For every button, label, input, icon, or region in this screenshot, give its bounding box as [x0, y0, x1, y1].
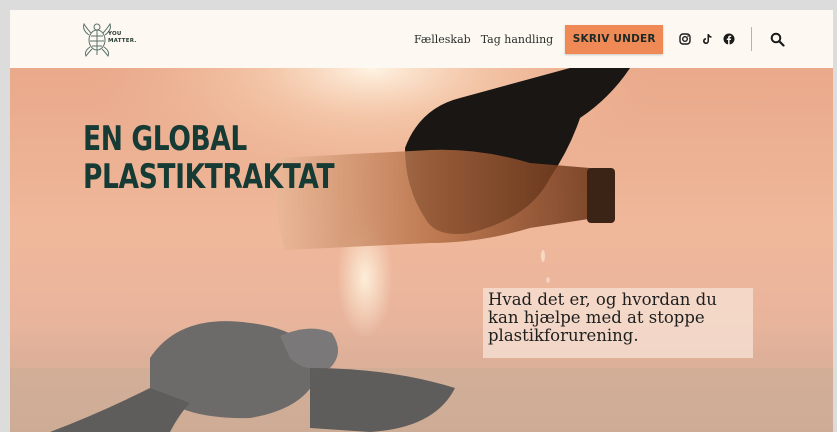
header-divider [751, 27, 753, 51]
search-icon[interactable] [770, 32, 785, 47]
logo[interactable]: YOU MATTER. [80, 18, 150, 60]
hero-subtitle: Hvad det er, og hvordan du kan hjælpe me… [483, 288, 753, 358]
facebook-icon[interactable] [723, 33, 735, 45]
instagram-icon[interactable] [679, 33, 691, 45]
hero-section: EN GLOBAL PLASTIKTRAKTAT Hvad det er, og… [10, 68, 833, 432]
hero-title-line-2: PLASTIKTRAKTAT [83, 157, 335, 197]
tiktok-icon[interactable] [701, 33, 713, 45]
nav-link-faelleskab[interactable]: Fælleskab [414, 33, 471, 46]
hero-title: EN GLOBAL PLASTIKTRAKTAT [83, 119, 335, 197]
main-nav: Fælleskab Tag handling SKRIV UNDER [414, 10, 785, 68]
hero-title-line-1: EN GLOBAL [83, 119, 247, 159]
nav-link-tag-handling[interactable]: Tag handling [481, 33, 554, 46]
site-header: YOU MATTER. Fælleskab Tag handling SKRIV… [10, 10, 833, 68]
sign-up-button[interactable]: SKRIV UNDER [565, 24, 664, 54]
logo-line-2: MATTER. [108, 37, 137, 44]
page-frame: YOU MATTER. Fælleskab Tag handling SKRIV… [10, 10, 833, 432]
logo-text: YOU MATTER. [108, 31, 137, 44]
social-icons [679, 27, 785, 51]
